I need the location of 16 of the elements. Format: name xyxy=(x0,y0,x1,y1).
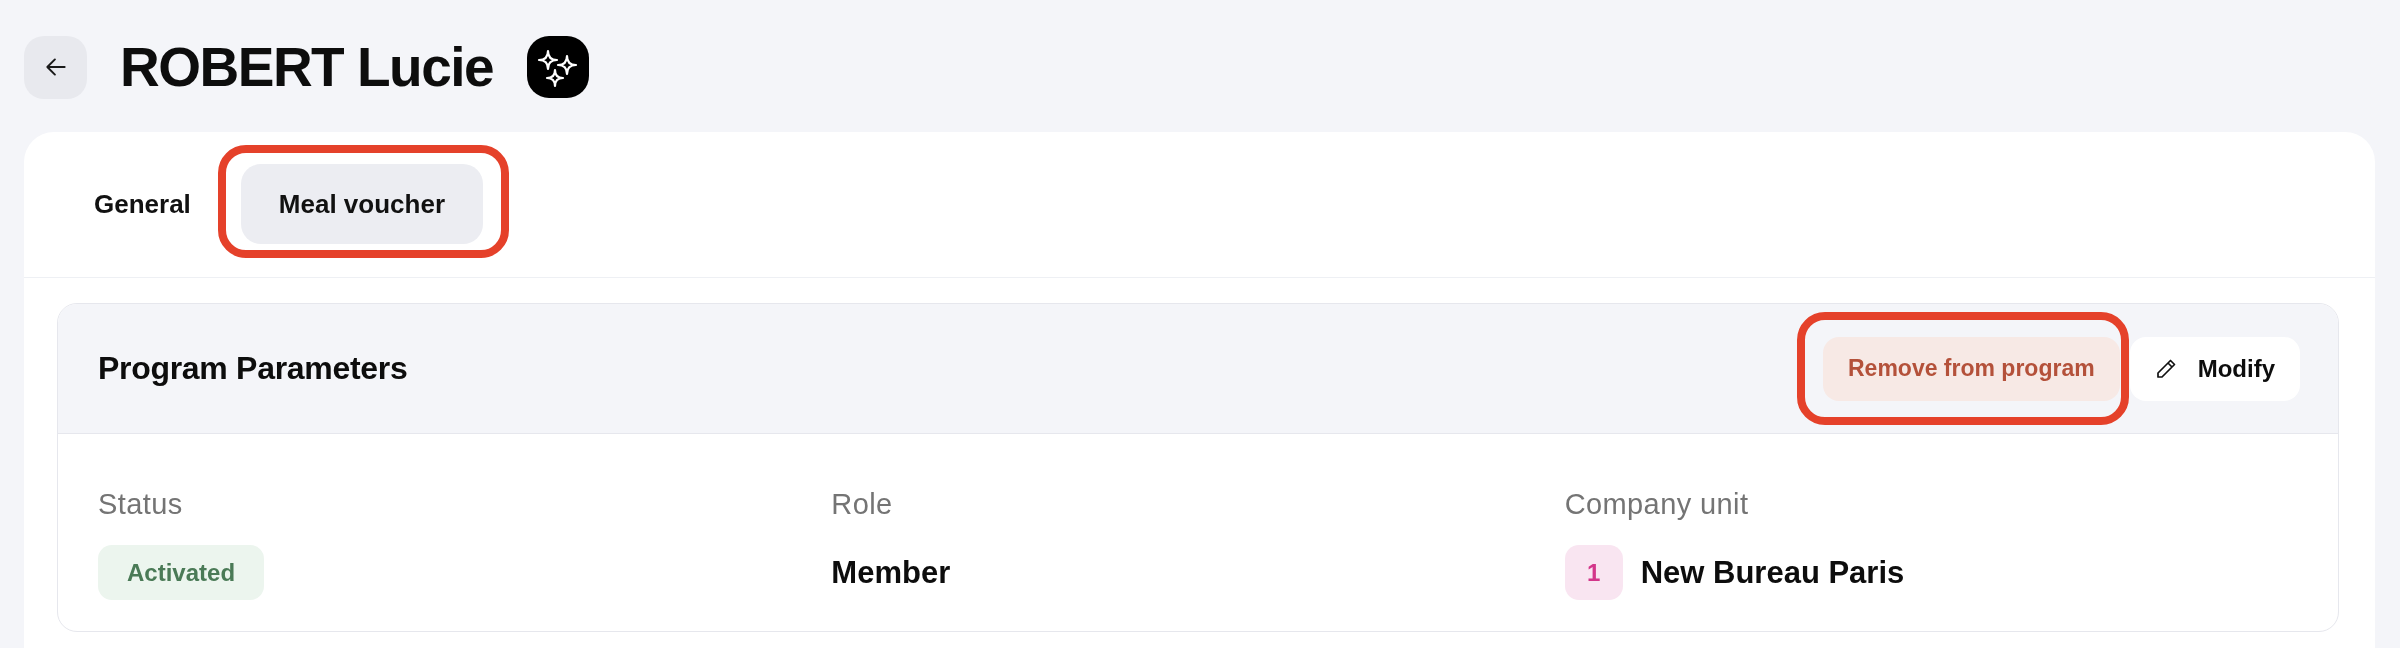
unit-number-badge: 1 xyxy=(1564,545,1623,600)
tab[interactable]: Meal voucher xyxy=(240,164,483,244)
field-label: Status xyxy=(98,488,183,520)
tab[interactable]: General xyxy=(56,164,229,244)
status-badge: Activated xyxy=(98,545,265,600)
field-value: Member xyxy=(831,554,951,592)
back-button[interactable] xyxy=(24,35,87,99)
page-title: ROBERT Lucie xyxy=(120,36,494,98)
remove-button[interactable]: Remove from program xyxy=(1823,336,2120,401)
sparkles-icon[interactable] xyxy=(527,36,590,98)
modify-button[interactable]: Modify xyxy=(2129,336,2300,401)
field-label: Company unit xyxy=(1564,488,1749,520)
pencil-icon xyxy=(2154,357,2177,380)
field-value: New Bureau Paris xyxy=(1640,554,1905,592)
section-title: Program Parameters xyxy=(98,350,408,387)
field-label: Role xyxy=(831,488,893,520)
